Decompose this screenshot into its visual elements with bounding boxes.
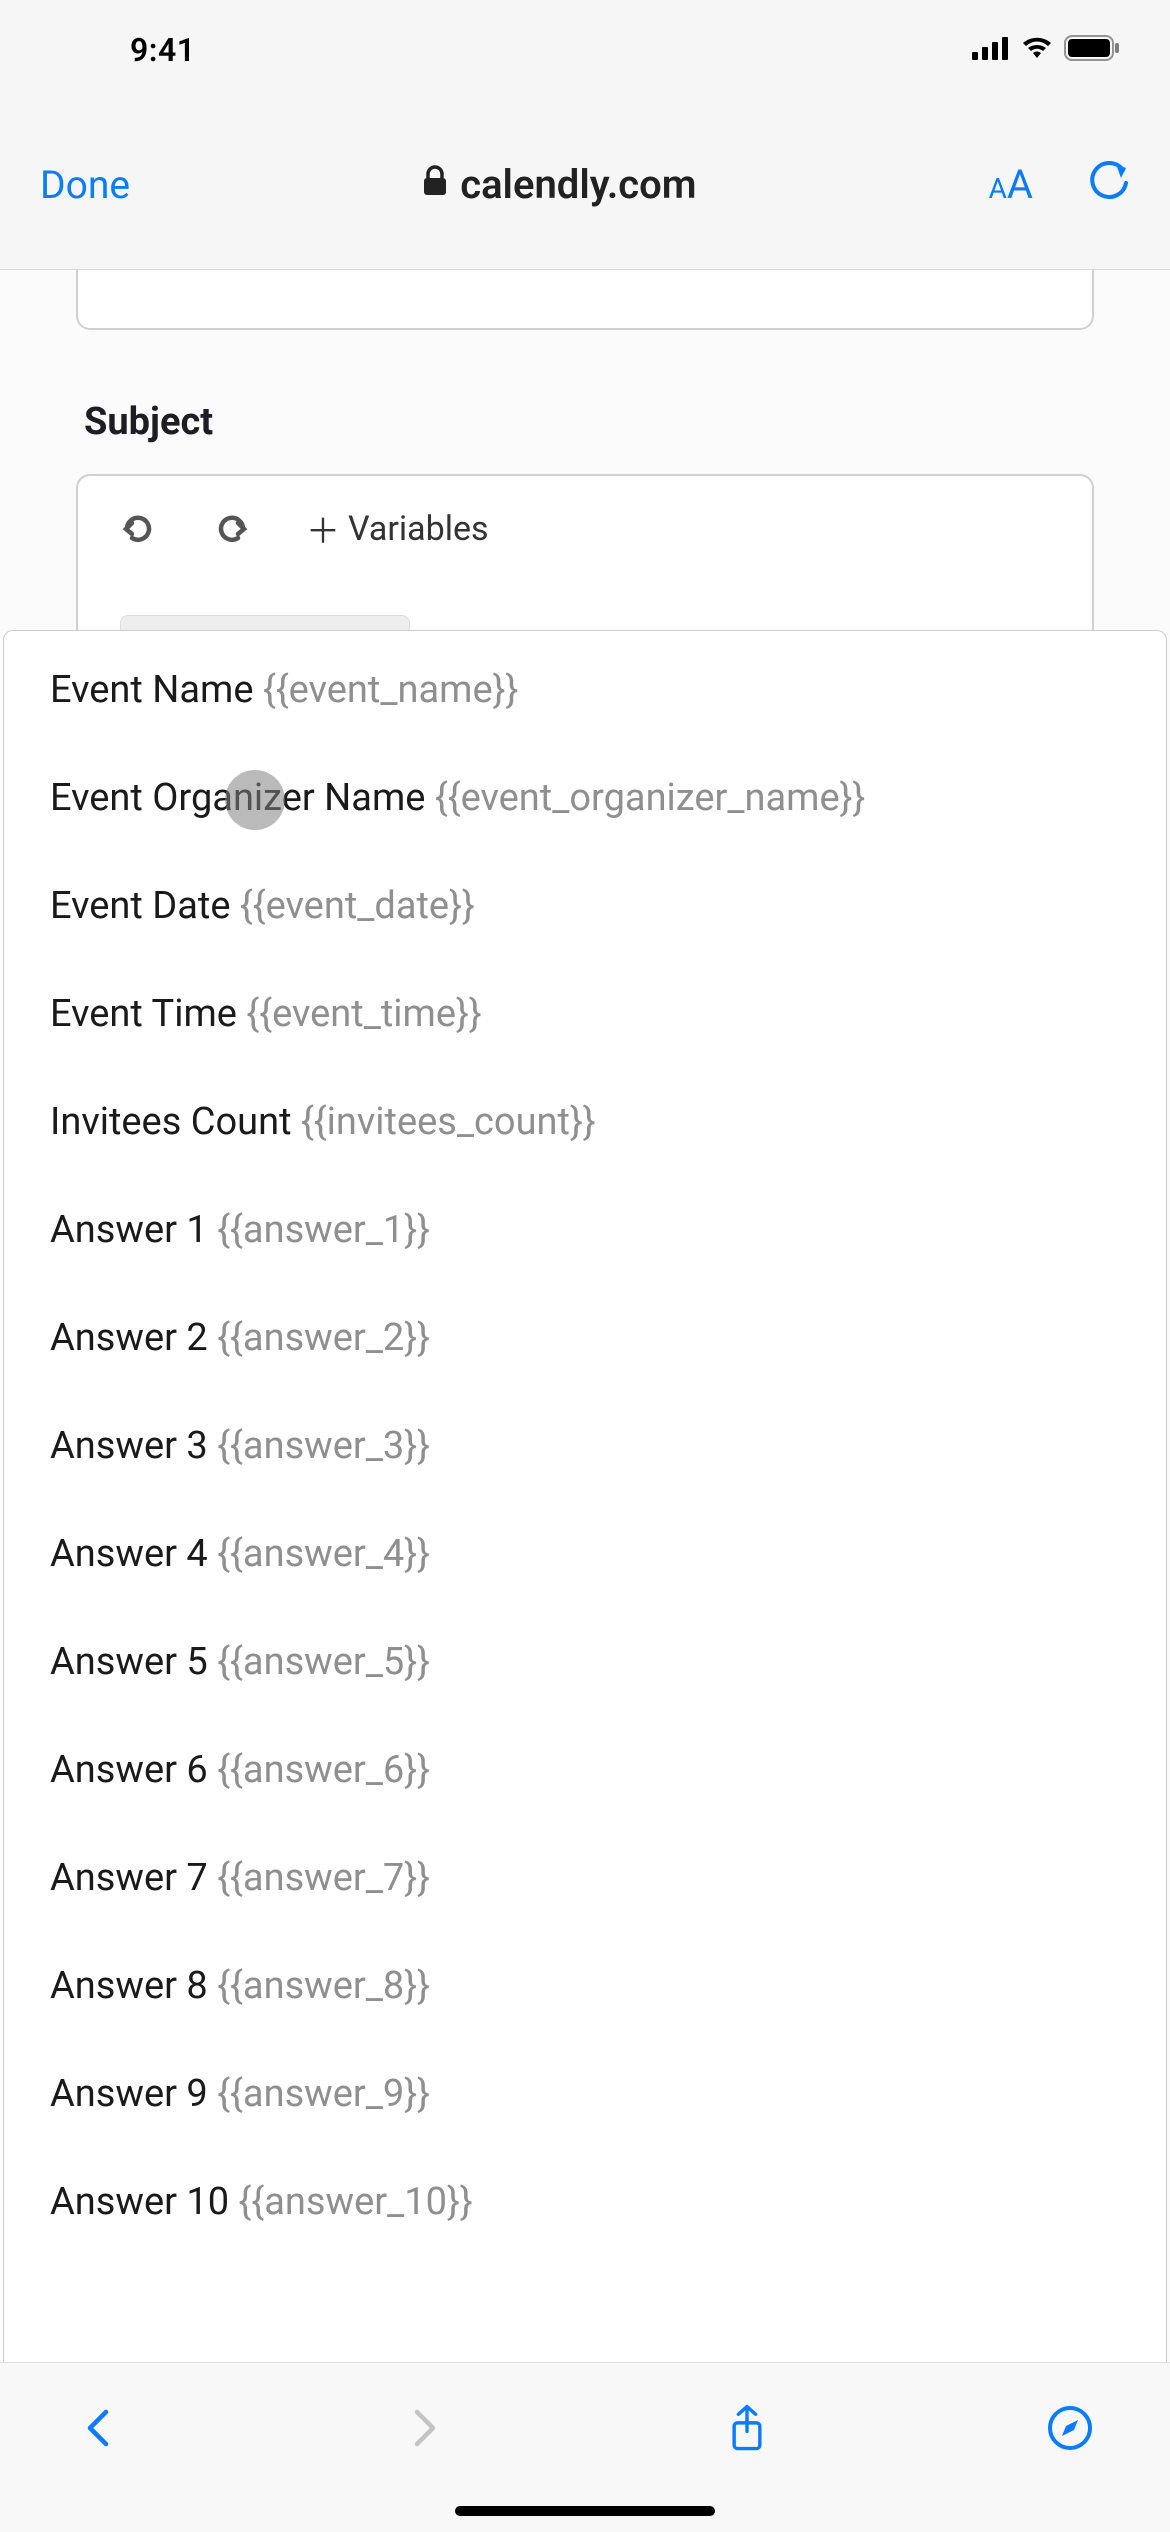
forward-button[interactable]: [393, 2398, 453, 2458]
variable-label: Answer 10: [50, 2180, 229, 2224]
variable-token: {{answer_5}}: [208, 1640, 430, 1684]
back-button[interactable]: [70, 2398, 130, 2458]
address-bar[interactable]: calendly.com: [422, 161, 696, 208]
variable-item[interactable]: Answer 8 {{answer_8}}: [50, 1967, 1120, 2005]
status-bar: 9:41: [0, 0, 1170, 100]
browser-bottom-toolbar: [0, 2362, 1170, 2532]
variable-item[interactable]: Answer 1 {{answer_1}}: [50, 1211, 1120, 1249]
undo-button[interactable]: [118, 509, 158, 549]
variables-list: Event Name {{event_name}} Event Organizer…: [50, 671, 1120, 2221]
previous-field-box[interactable]: [76, 270, 1094, 330]
variable-label: Answer 2: [50, 1316, 208, 1360]
variable-label: Event Time: [50, 992, 237, 1036]
variable-label: Answer 4: [50, 1532, 208, 1576]
variable-token: {{event_time}}: [237, 992, 482, 1036]
reload-button[interactable]: [1088, 160, 1130, 210]
variable-token: {{answer_9}}: [208, 2072, 430, 2116]
done-button[interactable]: Done: [40, 162, 130, 208]
variable-item[interactable]: Answer 3 {{answer_3}}: [50, 1427, 1120, 1465]
variable-item[interactable]: Event Organizer Name {{event_organizer_n…: [50, 779, 1120, 817]
wifi-icon: [1020, 36, 1054, 64]
variables-dropdown: Event Name {{event_name}} Event Organizer…: [3, 630, 1167, 2362]
status-time: 9:41: [130, 31, 196, 69]
share-button[interactable]: [717, 2398, 777, 2458]
variable-item[interactable]: Answer 2 {{answer_2}}: [50, 1319, 1120, 1357]
variable-token: {{answer_3}}: [208, 1424, 430, 1468]
subject-toolbar: ＋ Variables: [118, 504, 1052, 553]
variable-item[interactable]: Answer 7 {{answer_7}}: [50, 1859, 1120, 1897]
variable-label: Invitees Count: [50, 1100, 292, 1144]
variable-item[interactable]: Event Name {{event_name}}: [50, 671, 1120, 709]
subject-label: Subject: [84, 400, 1162, 444]
variable-label: Event Date: [50, 884, 230, 928]
variable-item[interactable]: Event Time {{event_time}}: [50, 995, 1120, 1033]
variable-token: {{answer_6}}: [208, 1748, 430, 1792]
variable-item[interactable]: Answer 10 {{answer_10}}: [50, 2183, 1120, 2221]
redo-button[interactable]: [212, 509, 252, 549]
variable-token: {{answer_2}}: [208, 1316, 430, 1360]
status-icons: [972, 35, 1120, 65]
variable-label: Answer 3: [50, 1424, 208, 1468]
variable-token: {{event_organizer_name}}: [425, 776, 865, 820]
variable-item[interactable]: Answer 9 {{answer_9}}: [50, 2075, 1120, 2113]
variable-token: {{event_date}}: [230, 884, 474, 928]
variable-label: Answer 1: [50, 1208, 208, 1252]
variable-token: {{answer_7}}: [208, 1856, 430, 1900]
touch-indicator: [225, 770, 285, 830]
variables-button-label: Variables: [348, 509, 489, 549]
text-size-button[interactable]: AA: [989, 161, 1033, 208]
browser-header: Done calendly.com AA: [0, 100, 1170, 270]
variable-item[interactable]: Event Date {{event_date}}: [50, 887, 1120, 925]
variable-item[interactable]: Answer 6 {{answer_6}}: [50, 1751, 1120, 1789]
variable-label: Answer 8: [50, 1964, 208, 2008]
url-text: calendly.com: [460, 161, 696, 208]
cellular-signal-icon: [972, 36, 1010, 64]
variable-label: Event Name: [50, 668, 254, 712]
variable-token: {{answer_8}}: [208, 1964, 430, 2008]
home-indicator[interactable]: [455, 2506, 715, 2516]
lock-icon: [422, 165, 448, 205]
variable-item[interactable]: Answer 5 {{answer_5}}: [50, 1643, 1120, 1681]
variable-item[interactable]: Answer 4 {{answer_4}}: [50, 1535, 1120, 1573]
plus-icon: ＋: [306, 504, 340, 553]
variable-label: Answer 5: [50, 1640, 208, 1684]
variable-label: Answer 9: [50, 2072, 208, 2116]
page-content: Subject ＋ Variables Event Name {{event_n…: [0, 270, 1170, 2362]
variable-token: {{answer_1}}: [208, 1208, 430, 1252]
variable-token: {{answer_10}}: [229, 2180, 473, 2224]
battery-icon: [1064, 35, 1120, 65]
variable-label: Answer 7: [50, 1856, 208, 1900]
variable-item[interactable]: Invitees Count {{invitees_count}}: [50, 1103, 1120, 1141]
variable-label: Answer 6: [50, 1748, 208, 1792]
variables-button[interactable]: ＋ Variables: [306, 504, 489, 553]
variable-token: {{answer_4}}: [208, 1532, 430, 1576]
variable-token: {{event_name}}: [254, 668, 519, 712]
safari-button[interactable]: [1040, 2398, 1100, 2458]
variable-token: {{invitees_count}}: [292, 1100, 596, 1144]
